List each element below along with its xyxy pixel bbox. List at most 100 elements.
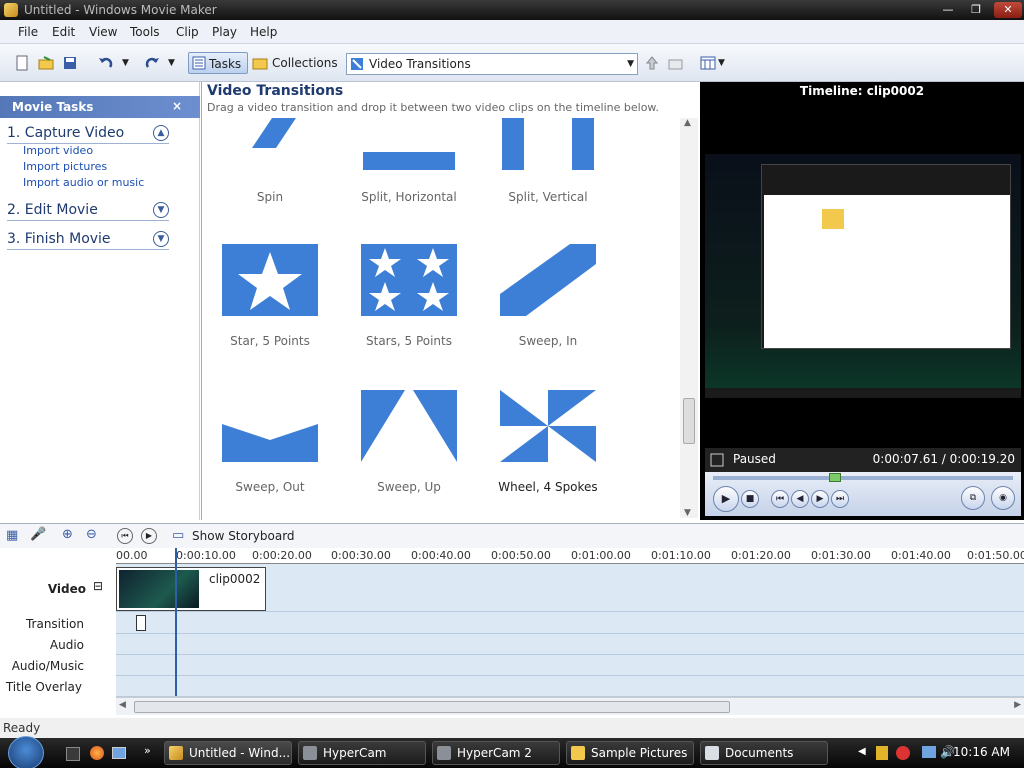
close-button[interactable]: ✕ xyxy=(994,2,1022,18)
content-scrollbar[interactable]: ▲ ▼ xyxy=(680,118,698,518)
forward-button[interactable]: ▶ xyxy=(811,490,829,508)
collections-button[interactable]: Collections xyxy=(252,52,338,74)
chevron-up-icon[interactable]: ▲ xyxy=(153,125,169,141)
transition-slot[interactable] xyxy=(136,615,146,631)
title-bar[interactable]: Untitled - Windows Movie Maker — ❐ ✕ xyxy=(0,0,1024,20)
scroll-up-icon[interactable]: ▲ xyxy=(684,118,691,128)
section-capture-video[interactable]: 1. Capture Video ▲ xyxy=(7,125,169,144)
scroll-down-icon[interactable]: ▼ xyxy=(684,508,691,518)
scroll-right-icon[interactable]: ▶ xyxy=(1014,700,1021,710)
open-project-icon[interactable] xyxy=(38,55,54,71)
transition-tile[interactable]: Stars, 5 Points xyxy=(359,244,459,374)
hypercam-icon xyxy=(303,746,317,760)
save-project-icon[interactable] xyxy=(62,55,78,71)
menu-clip[interactable]: Clip xyxy=(176,25,199,39)
up-level-icon[interactable] xyxy=(644,55,660,71)
security-shield-icon[interactable] xyxy=(876,746,888,760)
menu-file[interactable]: File xyxy=(18,25,38,39)
menu-tools[interactable]: Tools xyxy=(130,25,160,39)
collection-select[interactable]: Video Transitions ▼ xyxy=(346,53,638,75)
transition-tile[interactable]: Sweep, Up xyxy=(359,390,459,520)
transition-track[interactable] xyxy=(116,612,1024,634)
playback-indicator[interactable] xyxy=(175,548,177,696)
transition-tile[interactable]: Wheel, 4 Spokes xyxy=(498,390,598,520)
timeline-tracks: Video ⊟ Transition Audio Audio/Music Tit… xyxy=(0,564,1024,697)
video-clip[interactable]: clip0002 xyxy=(116,567,266,611)
scroll-thumb[interactable] xyxy=(683,398,695,444)
ruler-tick: 0:00:50.00 xyxy=(491,549,551,562)
views-icon[interactable] xyxy=(700,55,716,71)
menu-edit[interactable]: Edit xyxy=(52,25,75,39)
show-desktop-icon[interactable] xyxy=(66,747,80,761)
taskbar-item-movie-maker[interactable]: Untitled - Wind... xyxy=(164,741,292,765)
transition-tile[interactable]: Sweep, In xyxy=(498,244,598,374)
views-dropdown-icon[interactable]: ▼ xyxy=(718,52,725,74)
taskbar-item-hypercam-2[interactable]: HyperCam 2 xyxy=(432,741,560,765)
new-folder-icon[interactable] xyxy=(668,55,684,71)
redo-dropdown-icon[interactable]: ▼ xyxy=(168,52,175,74)
switch-windows-icon[interactable] xyxy=(112,747,126,759)
tray-app-icon[interactable] xyxy=(896,746,910,760)
title-overlay-track[interactable] xyxy=(116,676,1024,697)
monitor-icon[interactable] xyxy=(710,453,724,467)
transition-tile[interactable]: Star, 5 Points xyxy=(220,244,320,374)
camera-icon[interactable]: ◉ xyxy=(991,486,1015,510)
audio-track[interactable] xyxy=(116,634,1024,655)
network-icon[interactable] xyxy=(922,746,936,758)
clock[interactable]: 10:16 AM xyxy=(953,745,1010,759)
section-edit-movie[interactable]: 2. Edit Movie ▼ xyxy=(7,202,169,221)
quick-launch-overflow-icon[interactable]: » xyxy=(144,744,151,757)
section-finish-movie[interactable]: 3. Finish Movie ▼ xyxy=(7,231,169,250)
timeline-scroll-thumb[interactable] xyxy=(134,701,730,713)
firefox-icon[interactable] xyxy=(90,746,104,760)
redo-icon[interactable] xyxy=(144,55,160,71)
stop-button[interactable]: ■ xyxy=(741,490,759,508)
storyboard-toggle-icon[interactable]: ▦ xyxy=(6,528,18,543)
taskbar-item-sample-pictures[interactable]: Sample Pictures xyxy=(566,741,694,765)
zoom-out-icon[interactable]: ⊖ xyxy=(86,527,97,542)
transition-tile[interactable]: Split, Vertical xyxy=(498,118,598,248)
back-button[interactable]: ◀ xyxy=(791,490,809,508)
menu-help[interactable]: Help xyxy=(250,25,277,39)
menu-play[interactable]: Play xyxy=(212,25,237,39)
menu-bar: File Edit View Tools Clip Play Help xyxy=(0,20,1024,44)
menu-view[interactable]: View xyxy=(89,25,117,39)
close-pane-icon[interactable]: × xyxy=(172,99,182,113)
next-frame-button[interactable]: ⏭ xyxy=(831,490,849,508)
seek-bar[interactable] xyxy=(713,476,1013,480)
show-storyboard-button[interactable]: Show Storyboard xyxy=(192,529,295,543)
previous-frame-button[interactable]: ⏮ xyxy=(771,490,789,508)
new-project-icon[interactable] xyxy=(14,55,30,71)
timeline-scrollbar[interactable]: ◀ ▶ xyxy=(116,697,1024,715)
ruler-tick: 0:01:50.00 xyxy=(967,549,1024,562)
taskbar-item-hypercam[interactable]: HyperCam xyxy=(298,741,426,765)
timeline-ruler[interactable]: 00.00 0:00:10.00 0:00:20.00 0:00:30.00 0… xyxy=(116,548,1024,564)
start-button[interactable] xyxy=(8,736,44,768)
collapse-icon[interactable]: ⊟ xyxy=(93,579,103,593)
tray-expand-icon[interactable]: ◀ xyxy=(858,746,866,757)
zoom-in-icon[interactable]: ⊕ xyxy=(62,527,73,542)
audio-music-track[interactable] xyxy=(116,655,1024,676)
minimize-button[interactable]: — xyxy=(936,2,960,18)
chevron-down-icon[interactable]: ▼ xyxy=(627,54,634,74)
chevron-down-icon[interactable]: ▼ xyxy=(153,202,169,218)
link-import-pictures[interactable]: Import pictures xyxy=(23,160,107,173)
seek-thumb[interactable] xyxy=(829,473,841,482)
narrate-icon[interactable]: 🎤 xyxy=(30,527,46,542)
undo-icon[interactable] xyxy=(98,55,114,71)
play-button[interactable]: ▶ xyxy=(713,486,739,512)
undo-dropdown-icon[interactable]: ▼ xyxy=(122,52,129,74)
transition-tile[interactable]: Sweep, Out xyxy=(220,390,320,520)
transition-tile[interactable]: Split, Horizontal xyxy=(359,118,459,248)
tasks-button[interactable]: Tasks xyxy=(188,52,248,74)
scroll-left-icon[interactable]: ◀ xyxy=(119,700,126,710)
play-timeline-icon[interactable]: ▶ xyxy=(141,528,157,544)
link-import-video[interactable]: Import video xyxy=(23,144,93,157)
maximize-button[interactable]: ❐ xyxy=(964,2,988,18)
transition-tile[interactable]: Spin xyxy=(220,118,320,248)
taskbar-item-documents[interactable]: Documents xyxy=(700,741,828,765)
link-import-audio[interactable]: Import audio or music xyxy=(23,176,144,189)
rewind-timeline-icon[interactable]: ⏮ xyxy=(117,528,133,544)
split-clip-icon[interactable]: ⧉ xyxy=(961,486,985,510)
chevron-down-icon[interactable]: ▼ xyxy=(153,231,169,247)
